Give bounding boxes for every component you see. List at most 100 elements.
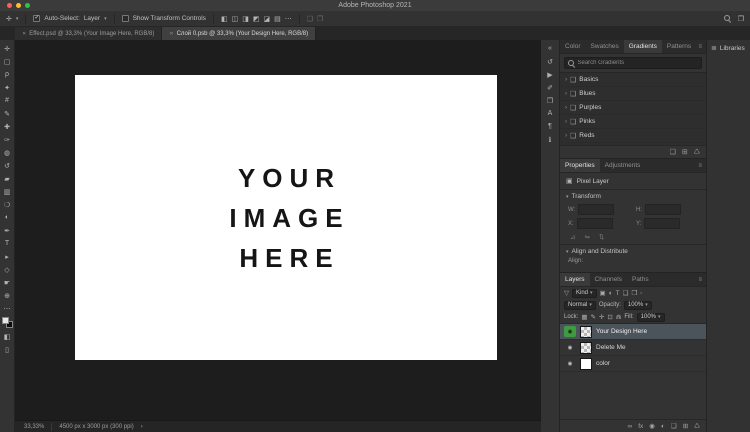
width-input[interactable] [578,204,614,215]
y-input[interactable] [644,218,680,229]
layer-row-delete-me[interactable]: ◉ Delete Me [560,340,706,356]
zoom-window-button[interactable] [25,3,30,8]
tab-adjustments[interactable]: Adjustments [600,159,646,172]
auto-select-checkbox[interactable] [33,15,40,22]
lock-all-icon[interactable]: ⋒ [616,313,621,321]
close-tab-icon[interactable]: ✕ [22,31,26,37]
width-field[interactable]: W: [568,204,630,215]
gradient-folder-reds[interactable]: › ❑ Reds [560,129,706,143]
blend-mode-dropdown[interactable]: Normal ▾ [564,301,596,310]
new-group-icon[interactable]: ❏ [670,148,676,156]
blur-tool[interactable]: ❍ [0,198,14,211]
align-center-horizontal-icon[interactable]: ◫ [232,15,239,23]
align-right-icon[interactable]: ◨ [242,15,249,23]
chevron-right-icon[interactable]: › [565,91,567,97]
zoom-level[interactable]: 33,33% [24,424,44,430]
visibility-eye-icon[interactable]: ◉ [564,326,576,337]
chevron-right-icon[interactable]: › [565,119,567,125]
actions-panel-icon[interactable]: ▶ [541,68,559,81]
document-tab-sloy0[interactable]: ✕ Слой 0.psb @ 33,3% (Your Design Here, … [162,27,316,40]
angle-icon[interactable]: ⊿ [570,233,575,241]
filter-smart-object-icon[interactable]: ❒ [631,289,637,297]
eraser-tool[interactable]: ▰ [0,172,14,185]
filter-type-icon[interactable]: T [616,290,620,297]
flip-horizontal-icon[interactable]: ⇋ [584,233,589,241]
eyedropper-tool[interactable]: ✎ [0,107,14,120]
align-section-header[interactable]: ▾ Align and Distribute [560,244,706,257]
gradient-tool[interactable]: ▥ [0,185,14,198]
align-middle-icon[interactable]: ◪ [263,15,270,23]
status-chevron-icon[interactable]: › [141,424,143,430]
close-tab-icon[interactable]: ✕ [169,31,173,37]
gradient-folder-purples[interactable]: › ❑ Purples [560,101,706,115]
magic-wand-tool[interactable]: ✦ [0,81,14,94]
filter-adjustment-icon[interactable]: ◐ [609,290,613,297]
filter-pixel-icon[interactable]: ▣ [600,289,606,297]
new-layer-icon[interactable]: ⊞ [683,422,688,430]
marquee-tool[interactable]: ▢ [0,55,14,68]
gradient-folder-pinks[interactable]: › ❑ Pinks [560,115,706,129]
more-align-options-icon[interactable]: ⋯ [285,15,292,23]
brushes-panel-icon[interactable]: ✐ [541,81,559,94]
visibility-eye-icon[interactable]: ◉ [564,358,576,369]
x-input[interactable] [577,218,613,229]
workspace-switcher-icon[interactable]: ❐ [738,15,744,23]
panel-menu-icon[interactable]: ≡ [698,44,702,50]
opacity-dropdown[interactable]: 100% ▾ [624,301,652,310]
new-gradient-icon[interactable]: ⊞ [682,148,688,156]
add-mask-icon[interactable]: ◉ [649,422,655,430]
layer-thumbnail[interactable] [580,326,592,338]
kind-dropdown[interactable]: Kind ▾ [572,289,597,298]
layer-thumbnail[interactable] [580,358,592,370]
canvas-area[interactable]: YOUR IMAGE HERE [15,40,541,420]
lock-position-icon[interactable]: ✛ [599,313,604,321]
libraries-header[interactable]: ≣ Libraries [707,40,750,56]
gradient-folder-blues[interactable]: › ❑ Blues [560,87,706,101]
chevron-right-icon[interactable]: › [565,77,567,83]
move-tool[interactable]: ✛ [0,42,14,55]
filter-toggle-icon[interactable]: ◦ [640,290,642,297]
chevron-right-icon[interactable]: › [565,105,567,111]
zoom-tool[interactable]: ⊕ [0,289,14,302]
quick-mask-icon[interactable]: ◧ [0,330,14,343]
foreground-color[interactable] [2,317,9,324]
history-brush-tool[interactable]: ↺ [0,159,14,172]
filter-shape-icon[interactable]: ❑ [623,289,629,297]
document-tab-effect[interactable]: ✕ Effect.psd @ 33,3% (Your Image Here, R… [15,27,162,40]
brush-tool[interactable]: ✑ [0,133,14,146]
character-panel-icon[interactable]: A [541,107,559,120]
section-caret-icon[interactable]: ▾ [566,194,569,200]
tab-gradients[interactable]: Gradients [624,40,662,53]
tab-swatches[interactable]: Swatches [586,40,624,53]
crop-tool[interactable]: # [0,94,14,107]
healing-brush-tool[interactable]: ✚ [0,120,14,133]
visibility-eye-icon[interactable]: ◉ [564,342,576,353]
pen-tool[interactable]: ✒ [0,224,14,237]
path-selection-tool[interactable]: ▸ [0,250,14,263]
minimize-window-button[interactable] [16,3,21,8]
fill-dropdown[interactable]: 100% ▾ [637,313,665,322]
type-tool[interactable]: T [0,237,14,250]
layer-name[interactable]: color [596,360,610,367]
align-left-icon[interactable]: ◧ [221,15,228,23]
color-swatches-widget[interactable] [2,317,13,328]
lock-artboard-icon[interactable]: ⊡ [607,313,612,321]
hand-tool[interactable]: ☛ [0,276,14,289]
section-caret-icon[interactable]: ▾ [566,249,569,255]
lasso-tool[interactable]: ρ [0,68,14,81]
delete-layer-icon[interactable]: ♺ [694,422,700,430]
gradient-folder-basics[interactable]: › ❑ Basics [560,73,706,87]
transform-section-header[interactable]: ▾ Transform [560,189,706,202]
move-tool-icon[interactable]: ✛ [6,15,12,23]
y-field[interactable]: Y: [636,218,698,229]
delete-icon[interactable]: ♺ [694,148,700,156]
tab-properties[interactable]: Properties [560,159,600,172]
layer-name[interactable]: Delete Me [596,344,626,351]
dodge-tool[interactable]: ◐ [0,211,14,224]
collapse-panels-icon[interactable]: « [541,42,559,55]
x-field[interactable]: X: [568,218,630,229]
align-top-icon[interactable]: ◩ [253,15,260,23]
layer-thumbnail[interactable] [580,342,592,354]
clone-stamp-tool[interactable]: ◍ [0,146,14,159]
lock-transparency-icon[interactable]: ▦ [581,313,587,321]
